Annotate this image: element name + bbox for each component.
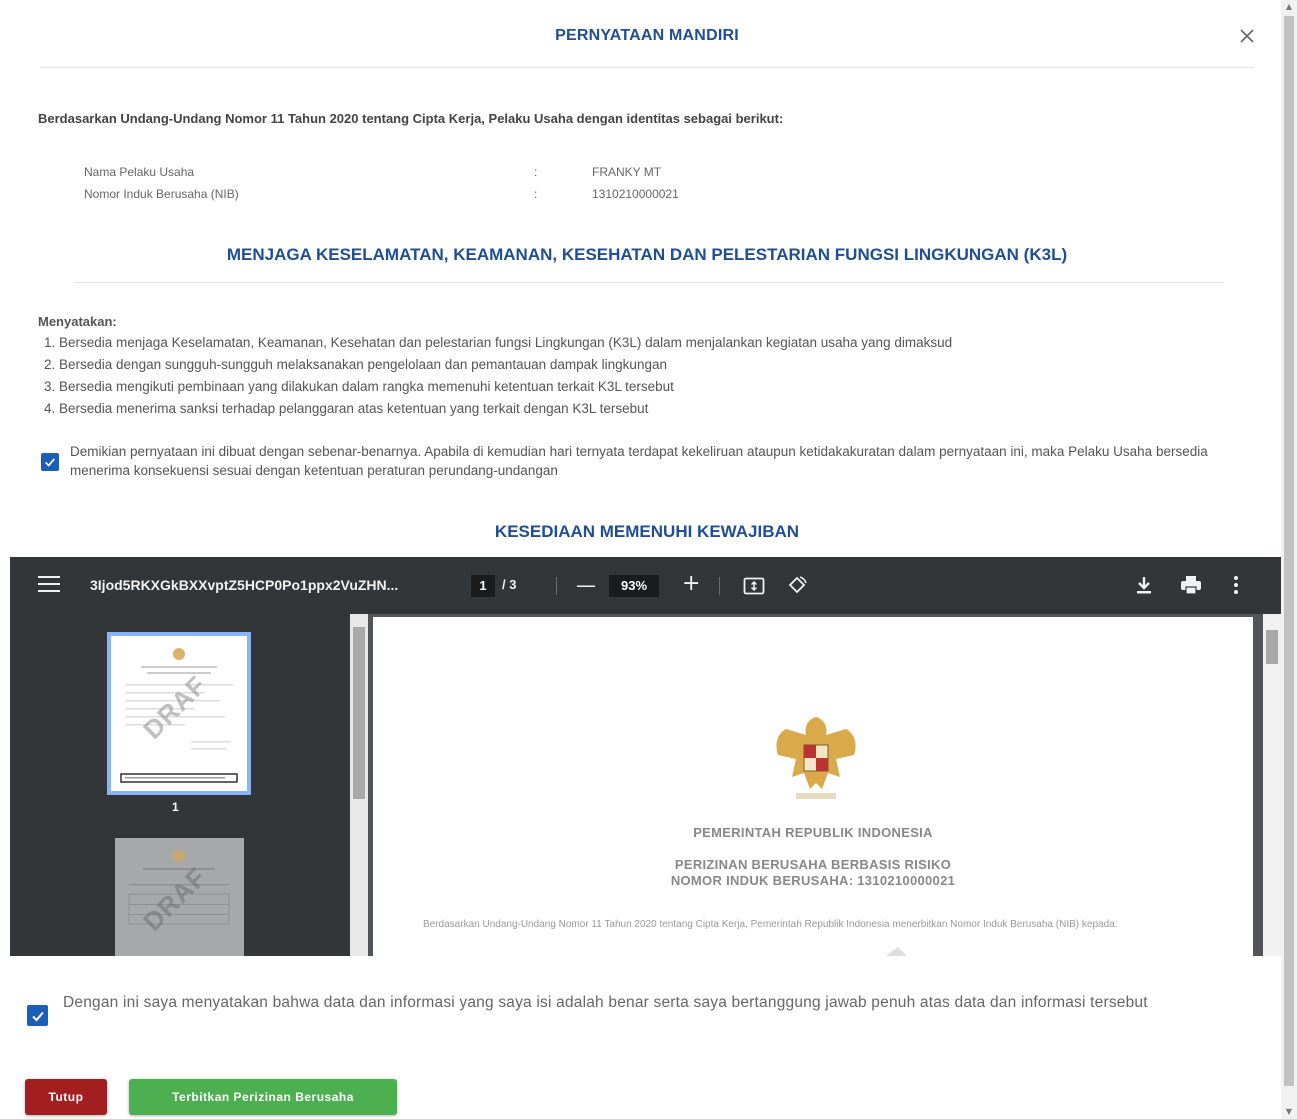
modal-title: PERNYATAAN MANDIRI xyxy=(555,27,739,44)
page-thumbnail-2[interactable]: DRAF xyxy=(115,838,244,956)
page-thumbnail-1[interactable]: DRAF xyxy=(107,632,251,795)
watermark-shape xyxy=(886,947,907,956)
kewajiban-section-title: KESEDIAAN MEMENUHI KEWAJIBAN xyxy=(494,522,800,541)
close-button[interactable]: Tutup xyxy=(25,1079,107,1115)
document-subheading-line: NOMOR INDUK BERUSAHA: 1310210000021 xyxy=(670,873,956,888)
list-item: 3. Bersedia mengikuti pembinaan yang dil… xyxy=(44,379,674,394)
page-number-input[interactable]: 1 xyxy=(471,575,495,597)
list-item: 2. Bersedia dengan sungguh-sungguh melak… xyxy=(44,357,667,372)
pdf-filename: 3Ijod5RKXGkBXXvptZ5HCP0Po1ppx2VuZHN... xyxy=(90,577,399,593)
zoom-input[interactable]: 93% xyxy=(609,575,659,597)
list-item: 1. Bersedia menjaga Keselamatan, Keamana… xyxy=(44,335,953,350)
identity-separator: : xyxy=(534,187,538,201)
close-icon[interactable] xyxy=(1235,24,1259,48)
zoom-out-button[interactable]: — xyxy=(576,573,596,597)
identity-label: Nomor Induk Berusaha (NIB) xyxy=(84,187,239,201)
more-options-icon[interactable] xyxy=(1232,575,1240,595)
statement-list: 1. Bersedia menjaga Keselamatan, Keamana… xyxy=(44,335,952,423)
pdf-viewer[interactable]: 3Ijod5RKXGkBXXvptZ5HCP0Po1ppx2VuZHN... 1… xyxy=(10,557,1281,956)
pdf-toolbar: 3Ijod5RKXGkBXXvptZ5HCP0Po1ppx2VuZHN... 1… xyxy=(10,557,1281,614)
download-icon[interactable] xyxy=(1134,575,1154,595)
document-heading: PEMERINTAH REPUBLIK INDONESIA xyxy=(693,825,933,840)
thumbnail-scrollbar[interactable] xyxy=(350,614,368,956)
thumbnail-page-number: 1 xyxy=(172,800,179,814)
document-subheading: PERIZINAN BERUSAHA BERBASIS RISIKO NOMOR… xyxy=(373,857,1253,889)
print-icon[interactable] xyxy=(1180,575,1202,595)
toolbar-divider xyxy=(719,577,720,595)
statement-label: Menyatakan: xyxy=(38,314,117,329)
document-subheading-line: PERIZINAN BERUSAHA BERBASIS RISIKO xyxy=(674,857,952,872)
rotate-icon[interactable] xyxy=(786,574,808,596)
page-scrollbar[interactable]: ▲ ▼ xyxy=(1281,0,1297,1119)
identity-row-nib: Nomor Induk Berusaha (NIB) : 13102100000… xyxy=(84,183,679,205)
list-item: 4. Bersedia menerima sanksi terhadap pel… xyxy=(44,401,649,416)
identity-table: Nama Pelaku Usaha : FRANKY MT Nomor Indu… xyxy=(84,161,679,205)
scroll-down-icon[interactable]: ▼ xyxy=(1281,1105,1297,1119)
scroll-up-icon[interactable]: ▲ xyxy=(1281,0,1297,14)
agreement-text: Dengan ini saya menyatakan bahwa data da… xyxy=(63,994,1148,1011)
identity-separator: : xyxy=(534,165,538,179)
identity-value: 1310210000021 xyxy=(592,187,679,201)
check-icon xyxy=(31,1011,44,1021)
check-icon xyxy=(45,458,56,467)
menu-icon[interactable] xyxy=(38,576,60,594)
intro-text: Berdasarkan Undang-Undang Nomor 11 Tahun… xyxy=(38,111,784,126)
identity-label: Nama Pelaku Usaha xyxy=(84,165,195,179)
k3l-section-title: MENJAGA KESELAMATAN, KEAMANAN, KESEHATAN… xyxy=(226,245,1068,264)
pdf-page: PEMERINTAH REPUBLIK INDONESIA PERIZINAN … xyxy=(373,617,1253,956)
toolbar-divider xyxy=(556,577,557,595)
issue-permit-button[interactable]: Terbitkan Perizinan Berusaha xyxy=(129,1079,397,1115)
pdf-scrollbar[interactable] xyxy=(1263,614,1281,956)
zoom-in-button[interactable]: + xyxy=(682,571,700,596)
fit-page-icon[interactable] xyxy=(743,576,765,596)
garuda-emblem-icon xyxy=(776,717,856,799)
section-divider xyxy=(74,282,1224,283)
identity-value: FRANKY MT xyxy=(592,165,662,179)
identity-row-name: Nama Pelaku Usaha : FRANKY MT xyxy=(84,161,679,183)
agreement-checkbox[interactable] xyxy=(27,1005,48,1026)
modal-header: PERNYATAAN MANDIRI xyxy=(40,0,1254,68)
declaration-text: Demikian pernyataan ini dibuat dengan se… xyxy=(70,444,1208,478)
declaration-checkbox[interactable] xyxy=(41,453,59,471)
page-total: / 3 xyxy=(502,577,517,592)
